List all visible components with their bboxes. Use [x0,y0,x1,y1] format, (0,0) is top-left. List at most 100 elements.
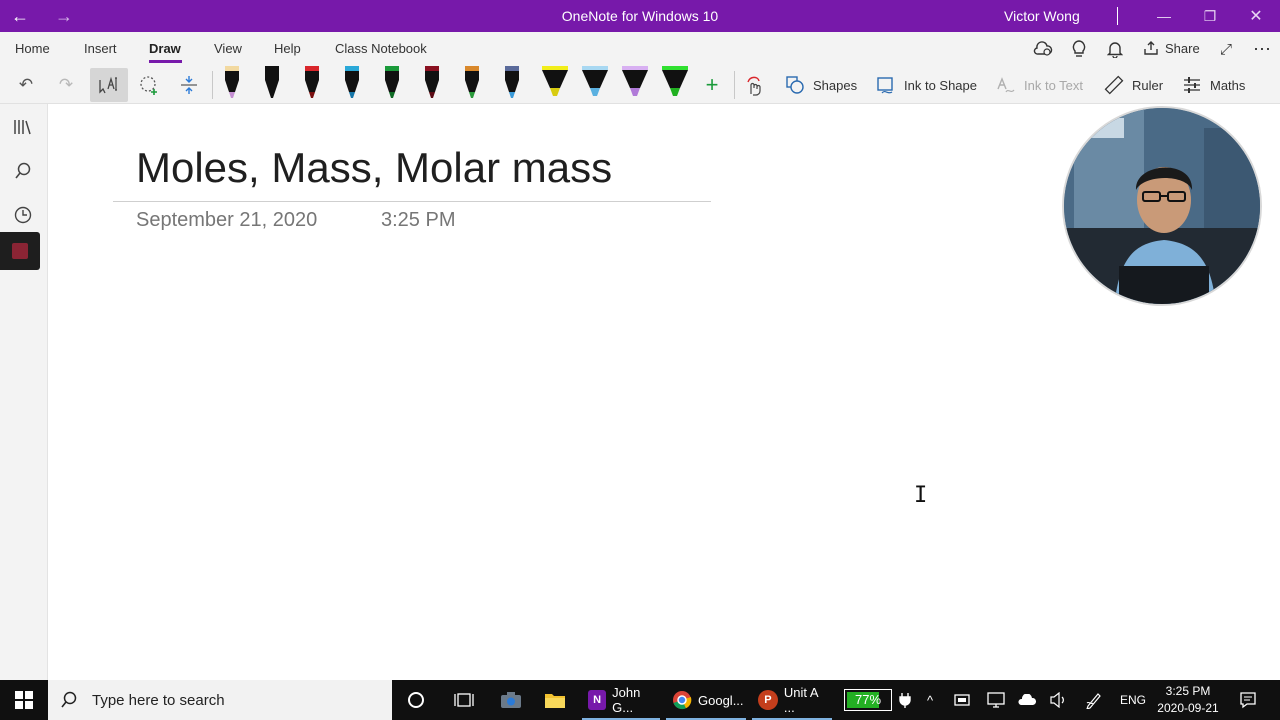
restore-icon[interactable]: ❐ [1187,0,1233,32]
pen-swatch-6[interactable] [420,66,444,100]
ink-to-shape-label: Ink to Shape [904,77,977,93]
touch-drawing-icon[interactable] [736,68,772,102]
battery-indicator[interactable]: 77% [844,689,892,711]
more-options-icon[interactable]: ⋯ [1250,38,1274,60]
share-icon [1144,41,1158,55]
current-notebook-icon[interactable] [0,232,40,270]
battery-percent: 77% [854,692,882,707]
ink-to-shape-button[interactable]: Ink to Shape [876,68,977,102]
close-icon[interactable]: ✕ [1233,0,1279,32]
taskbar-search-box[interactable]: Type here to search [48,680,392,720]
draw-toolbar: ↶ ↷ + Shapes Ink to Shape Ink to Text Ru… [0,66,1280,104]
powerpoint-icon: P [758,690,778,710]
taskbar-app-powerpoint[interactable]: P Unit A ... [752,680,832,720]
maths-icon [1184,77,1200,93]
shapes-icon [786,76,804,94]
pen-swatch-12[interactable] [660,66,688,100]
ruler-button[interactable]: Ruler [1104,68,1163,102]
ink-to-shape-icon [877,77,893,94]
clock-date: 2020-09-21 [1157,701,1219,715]
windows-start-icon[interactable] [0,680,48,720]
left-navigation [0,104,48,680]
language-indicator[interactable]: ENG [1118,680,1148,720]
page-title[interactable]: Moles, Mass, Molar mass [136,144,612,192]
ink-to-text-icon [997,77,1015,93]
text-cursor-icon: I [914,483,928,508]
pen-swatch-11[interactable] [620,66,648,100]
pen-swatch-10[interactable] [580,66,608,100]
volume-icon[interactable] [1046,680,1070,720]
pen-swatch-9[interactable] [540,66,568,100]
expand-icon[interactable]: ⤢ [1214,38,1238,60]
add-space-icon[interactable] [171,68,207,102]
app-label: Googl... [698,692,744,708]
recent-clock-icon[interactable] [0,197,46,233]
maths-label: Maths [1210,77,1246,93]
ruler-label: Ruler [1132,77,1164,93]
file-explorer-icon[interactable] [538,680,572,720]
tab-help[interactable]: Help [274,41,301,56]
onedrive-cloud-icon[interactable] [1014,680,1040,720]
pen-swatch-4[interactable] [340,66,364,100]
search-placeholder: Type here to search [92,691,225,709]
title-separator [1117,7,1118,25]
taskbar-app-onenote[interactable]: N John G... [582,680,660,720]
tab-view[interactable]: View [214,41,242,56]
app-label: Unit A ... [783,685,818,715]
share-button[interactable]: Share [1143,40,1200,56]
camera-app-icon[interactable] [494,680,528,720]
shapes-button[interactable]: Shapes [785,68,857,102]
tab-insert[interactable]: Insert [84,41,117,56]
app-title: OneNote for Windows 10 [561,8,719,24]
search-icon[interactable] [0,153,46,189]
minimize-icon[interactable]: — [1141,0,1187,32]
taskbar-clock[interactable]: 3:25 PM 2020-09-21 [1148,683,1228,717]
ribbon-tabs: Home Insert Draw View Help Class Noteboo… [0,32,1280,66]
ruler-icon [1104,75,1124,95]
chrome-icon [673,691,692,710]
tab-home[interactable]: Home [15,41,50,56]
app-label: John G... [612,685,641,715]
type-select-icon[interactable] [90,68,128,102]
ink-to-text-button[interactable]: Ink to Text [996,68,1083,102]
page-date: September 21, 2020 [136,209,318,231]
tablet-mode-icon[interactable] [950,680,974,720]
redo-icon[interactable]: ↷ [48,68,84,102]
lightbulb-icon[interactable] [1067,38,1091,60]
toolbar-separator [212,71,213,99]
taskbar-app-chrome[interactable]: Googl... [666,680,746,720]
sync-cloud-icon[interactable] [1031,38,1055,60]
lasso-select-icon[interactable] [131,68,167,102]
toolbar-separator [734,71,735,99]
pen-swatch-1[interactable] [220,66,244,100]
undo-icon[interactable]: ↶ [8,68,44,102]
pen-workspace-icon[interactable] [1082,680,1106,720]
search-icon [61,691,77,708]
active-tab-indicator [149,60,182,63]
user-name[interactable]: Victor Wong [1004,8,1080,24]
notifications-icon[interactable] [1234,680,1262,720]
network-icon[interactable] [984,680,1008,720]
pen-swatch-3[interactable] [300,66,324,100]
task-view-icon[interactable] [448,680,480,720]
pen-swatch-2[interactable] [260,66,284,100]
clock-time: 3:25 PM [1165,684,1211,698]
shapes-label: Shapes [813,77,858,93]
chevron-up-icon[interactable]: ^ [920,680,940,720]
bell-icon[interactable] [1103,38,1127,60]
power-plug-icon [896,680,914,720]
page-time: 3:25 PM [381,209,456,231]
title-bar: ← → OneNote for Windows 10 Victor Wong —… [0,0,1280,32]
webcam-overlay [1062,106,1262,306]
pen-swatch-5[interactable] [380,66,404,100]
tab-class-notebook[interactable]: Class Notebook [335,41,427,56]
maths-button[interactable]: Maths [1182,68,1245,102]
notebooks-icon[interactable] [0,109,46,145]
tab-draw[interactable]: Draw [149,41,181,56]
ink-to-text-label: Ink to Text [1024,77,1084,93]
add-pen-icon[interactable]: + [694,68,730,102]
cortana-icon[interactable] [400,680,432,720]
title-divider [113,201,711,202]
pen-swatch-8[interactable] [500,66,524,100]
pen-swatch-7[interactable] [460,66,484,100]
